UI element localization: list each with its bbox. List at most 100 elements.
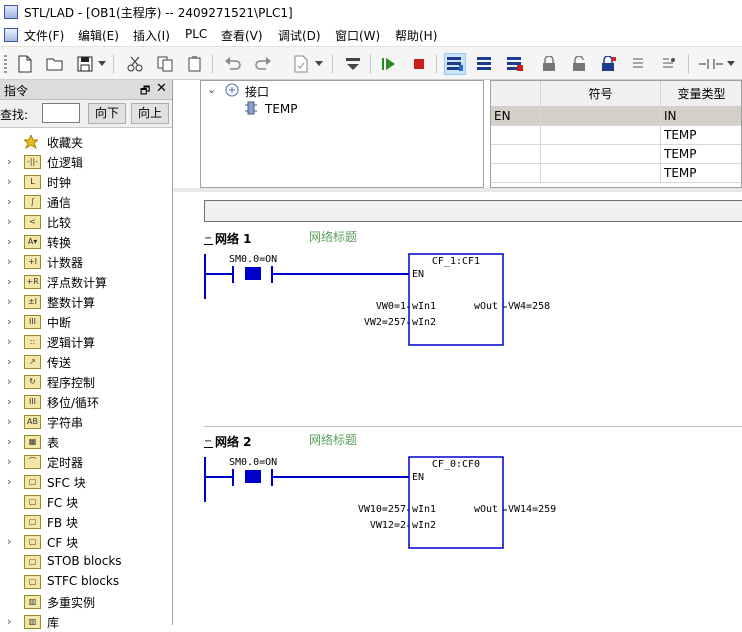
in1-value[interactable]: VW0=1 (327, 301, 406, 312)
tree-item[interactable]: › ▥ 库 (0, 612, 172, 632)
undo-icon[interactable] (222, 53, 244, 75)
search-down-button[interactable]: 向下 (88, 103, 126, 124)
block-name[interactable]: CF_0:CF0 (409, 459, 503, 470)
in2-value[interactable]: VW12=2 (327, 520, 406, 531)
tree-item[interactable]: › -||- 位逻辑 (0, 152, 172, 172)
unlock-icon[interactable] (568, 53, 590, 75)
run-icon[interactable] (378, 53, 400, 75)
table-cell-type[interactable]: TEMP (661, 164, 741, 183)
in1-value[interactable]: VW10=257 (327, 504, 406, 515)
redo-icon[interactable] (252, 53, 274, 75)
chevron-right-icon[interactable]: › (7, 435, 11, 448)
tree-item[interactable]: › < 比较 (0, 212, 172, 232)
chevron-right-icon[interactable]: › (7, 275, 11, 288)
comment-list-icon[interactable] (628, 53, 650, 75)
menu-window[interactable]: 窗口(W) (335, 27, 380, 44)
tree-item[interactable]: › ▦ 表 (0, 432, 172, 452)
tree-item[interactable]: › A▾ 转换 (0, 232, 172, 252)
menu-plc[interactable]: PLC (185, 27, 207, 41)
save-dropdown-icon[interactable] (96, 53, 108, 75)
status-chart-icon[interactable] (474, 53, 496, 75)
tree-item[interactable]: 收藏夹 (0, 132, 172, 152)
tree-item[interactable]: › III 中断 (0, 312, 172, 332)
search-up-button[interactable]: 向上 (131, 103, 169, 124)
stop-icon[interactable] (408, 53, 430, 75)
download-icon[interactable] (342, 53, 364, 75)
menu-help[interactable]: 帮助(H) (395, 27, 437, 44)
chevron-right-icon[interactable]: › (7, 395, 11, 408)
tree-item[interactable]: › ↗ 传送 (0, 352, 172, 372)
tree-item[interactable]: › ∫ 通信 (0, 192, 172, 212)
tree-item[interactable]: › ±I 整数计算 (0, 292, 172, 312)
close-icon[interactable]: ✕ (156, 81, 167, 96)
lock-icon[interactable] (538, 53, 560, 75)
paste-icon[interactable] (184, 53, 206, 75)
interface-root-label[interactable]: 接口 (245, 83, 269, 100)
chevron-right-icon[interactable]: › (7, 415, 11, 428)
chevron-right-icon[interactable]: › (7, 215, 11, 228)
contact-energized[interactable] (245, 267, 261, 280)
contact-dropdown-icon[interactable] (724, 53, 738, 75)
cut-icon[interactable] (124, 53, 146, 75)
search-input[interactable] (42, 103, 80, 123)
table-cell-type[interactable]: TEMP (661, 126, 741, 145)
table-cell-empty[interactable] (541, 126, 661, 145)
tree-item[interactable]: › ▢ CF 块 (0, 532, 172, 552)
tree-item[interactable]: › III 移位/循环 (0, 392, 172, 412)
function-block-box[interactable] (408, 253, 504, 346)
menu-insert[interactable]: 插入(I) (133, 27, 170, 44)
open-folder-icon[interactable] (44, 53, 66, 75)
contact-insert-icon[interactable] (698, 53, 724, 75)
tree-item[interactable]: › AB 字符串 (0, 412, 172, 432)
column-header-symbol[interactable]: 符号 (541, 81, 661, 107)
table-cell-symbol[interactable] (491, 164, 541, 183)
symbol-list-icon[interactable] (658, 53, 680, 75)
tree-item[interactable]: ▢ FC 块 (0, 492, 172, 512)
tree-item[interactable]: › ▢ SFC 块 (0, 472, 172, 492)
table-cell-symbol[interactable]: EN (491, 107, 541, 126)
block-name[interactable]: CF_1:CF1 (409, 256, 503, 267)
pin-icon[interactable]: 🗗 (140, 82, 150, 101)
chevron-right-icon[interactable]: › (7, 315, 11, 328)
chevron-right-icon[interactable]: › (7, 155, 11, 168)
document-menu-icon[interactable] (4, 28, 18, 42)
table-cell-symbol[interactable] (491, 145, 541, 164)
tree-item[interactable]: ▢ STOB blocks (0, 552, 172, 572)
table-cell-empty[interactable] (541, 145, 661, 164)
chevron-right-icon[interactable]: › (7, 195, 11, 208)
function-block-box[interactable] (408, 456, 504, 549)
chevron-right-icon[interactable]: › (7, 535, 11, 548)
chevron-right-icon[interactable]: › (7, 295, 11, 308)
tree-item[interactable]: › L 时钟 (0, 172, 172, 192)
table-cell-type[interactable]: TEMP (661, 145, 741, 164)
out-value[interactable]: VW14=259 (508, 504, 556, 515)
save-icon[interactable] (74, 53, 96, 75)
force-lock-icon[interactable] (598, 53, 620, 75)
tree-item[interactable]: ▢ FB 块 (0, 512, 172, 532)
interface-temp-label[interactable]: TEMP (265, 102, 298, 116)
contact-energized[interactable] (245, 470, 261, 483)
toolbar-grip[interactable] (4, 55, 7, 73)
chevron-right-icon[interactable]: › (7, 335, 11, 348)
collapse-icon[interactable]: ⌄ (207, 83, 216, 96)
table-cell-symbol[interactable] (491, 126, 541, 145)
menu-file[interactable]: 文件(F) (24, 27, 64, 44)
tree-item[interactable]: ›:: 逻辑计算 (0, 332, 172, 352)
chevron-right-icon[interactable]: › (7, 355, 11, 368)
page-dropdown-icon[interactable] (312, 53, 326, 75)
chevron-right-icon[interactable]: › (7, 175, 11, 188)
page-icon[interactable] (290, 53, 312, 75)
column-header-type[interactable]: 变量类型 (661, 81, 741, 107)
pause-chart-icon[interactable] (504, 53, 526, 75)
copy-icon[interactable] (154, 53, 176, 75)
tree-item[interactable]: › +R 浮点数计算 (0, 272, 172, 292)
program-status-icon[interactable] (444, 53, 466, 75)
menu-edit[interactable]: 编辑(E) (78, 27, 119, 44)
chevron-right-icon[interactable]: › (7, 375, 11, 388)
tree-item[interactable]: › +I 计数器 (0, 252, 172, 272)
tree-item[interactable]: › ↻ 程序控制 (0, 372, 172, 392)
chevron-right-icon[interactable]: › (7, 615, 11, 628)
chevron-right-icon[interactable]: › (7, 475, 11, 488)
out-value[interactable]: VW4=258 (508, 301, 550, 312)
tree-item[interactable]: ▥ 多重实例 (0, 592, 172, 612)
